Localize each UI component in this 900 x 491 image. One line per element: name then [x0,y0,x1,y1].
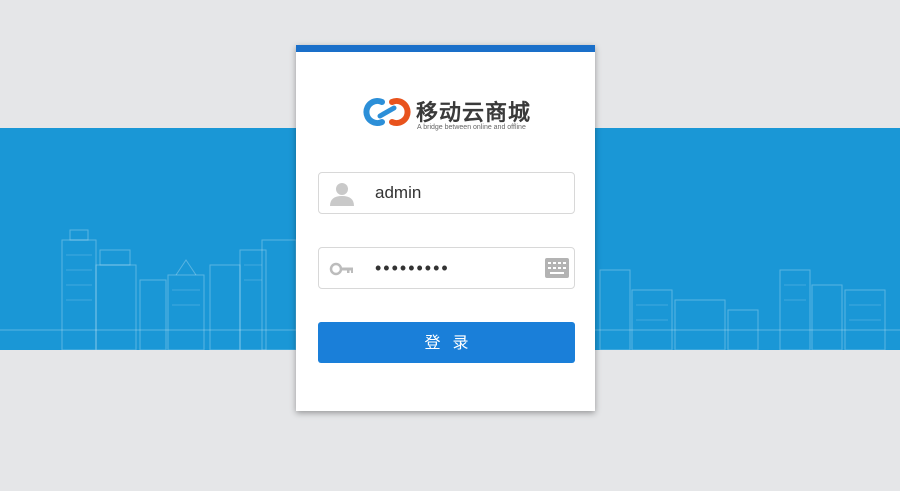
password-value: ••••••••• [375,258,450,278]
brand-slogan: A bridge between online and offline [417,124,526,131]
key-icon [329,262,353,276]
password-field[interactable]: ••••••••• [318,247,575,289]
keyboard-icon[interactable] [545,258,569,278]
username-field[interactable]: admin [318,172,575,214]
username-value: admin [375,183,422,202]
brand-name: 移动云商城 [416,101,532,126]
login-card: 移动云商城 A bridge between online and offlin… [296,45,595,411]
chain-link-logo-icon [363,98,411,126]
user-icon [330,183,354,206]
login-button[interactable]: 登录 [318,322,575,363]
login-page: 移动云商城 A bridge between online and offlin… [0,0,900,491]
brand-logo: 移动云商城 A bridge between online and offlin… [362,92,532,140]
